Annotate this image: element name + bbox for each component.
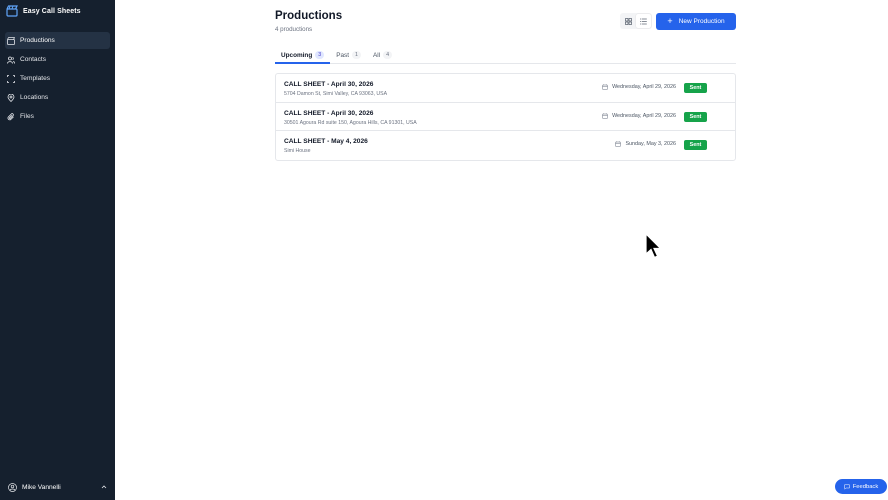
layout-icon xyxy=(7,74,15,83)
app-name: Easy Call Sheets xyxy=(23,7,81,15)
productions-count: 4 productions xyxy=(275,26,313,33)
sidebar: Easy Call Sheets Productions Contacts Te… xyxy=(0,0,115,500)
plus-icon: + xyxy=(667,16,673,26)
production-date: Sunday, May 3, 2026 xyxy=(615,141,676,147)
status-badge: Sent xyxy=(684,111,707,122)
main-content: Productions 4 productions + New Producti… xyxy=(115,0,888,500)
mouse-cursor-icon xyxy=(645,233,662,259)
sidebar-item-label: Files xyxy=(20,113,34,120)
production-title: CALL SHEET - April 30, 2026 xyxy=(284,81,374,88)
grid-view-button[interactable] xyxy=(621,14,636,28)
sidebar-item-locations[interactable]: Locations xyxy=(5,89,110,106)
production-date-text: Wednesday, April 29, 2026 xyxy=(612,112,676,119)
sidebar-item-contacts[interactable]: Contacts xyxy=(5,51,110,68)
tab-label: Upcoming xyxy=(281,51,313,59)
sidebar-nav: Productions Contacts Templates Locations… xyxy=(0,32,115,125)
production-location: Simi House xyxy=(284,148,311,154)
production-title: CALL SHEET - May 4, 2026 xyxy=(284,138,368,145)
clapperboard-icon xyxy=(7,36,15,45)
clapperboard-logo-icon xyxy=(6,5,18,17)
productions-list: CALL SHEET - April 30, 2026 5704 Damon S… xyxy=(275,73,736,161)
page-title: Productions xyxy=(275,10,343,22)
calendar-icon xyxy=(602,84,608,90)
tab-upcoming[interactable]: Upcoming 3 xyxy=(275,47,331,64)
sidebar-item-label: Contacts xyxy=(20,56,47,63)
grid-icon xyxy=(625,17,632,25)
production-row[interactable]: CALL SHEET - May 4, 2026 Simi House Sund… xyxy=(276,131,735,160)
message-icon xyxy=(844,484,850,490)
user-avatar-icon xyxy=(8,482,17,492)
user-menu[interactable]: Mike Vannelli xyxy=(0,474,115,500)
list-icon xyxy=(640,18,647,24)
sidebar-item-label: Locations xyxy=(20,94,49,101)
chevron-up-icon xyxy=(101,485,107,489)
calendar-icon xyxy=(602,112,608,119)
tab-label: Past xyxy=(336,51,349,59)
tab-count: 3 xyxy=(315,51,325,59)
user-name: Mike Vannelli xyxy=(22,483,61,491)
sidebar-item-label: Templates xyxy=(20,75,51,82)
map-pin-icon xyxy=(7,93,15,102)
production-date-text: Wednesday, April 29, 2026 xyxy=(612,84,676,90)
users-icon xyxy=(7,56,15,64)
production-date-text: Sunday, May 3, 2026 xyxy=(625,141,676,147)
production-date: Wednesday, April 29, 2026 xyxy=(602,84,676,90)
new-production-button[interactable]: + New Production xyxy=(656,13,736,30)
production-row[interactable]: CALL SHEET - April 30, 2026 30501 Agoura… xyxy=(276,103,735,131)
status-badge: Sent xyxy=(684,140,707,150)
sidebar-item-files[interactable]: Files xyxy=(5,108,110,125)
sidebar-item-label: Productions xyxy=(20,37,55,44)
production-title: CALL SHEET - April 30, 2026 xyxy=(284,109,374,117)
production-location: 30501 Agoura Rd suite 150, Agoura Hills,… xyxy=(284,119,417,126)
sidebar-item-productions[interactable]: Productions xyxy=(5,32,110,49)
paperclip-icon xyxy=(7,112,15,121)
calendar-icon xyxy=(615,141,622,147)
tab-all[interactable]: All 4 xyxy=(367,47,398,63)
list-view-button[interactable] xyxy=(636,14,651,28)
feedback-label: Feedback xyxy=(852,483,879,490)
sidebar-item-templates[interactable]: Templates xyxy=(5,70,110,87)
view-toggle xyxy=(620,13,652,29)
brand[interactable]: Easy Call Sheets xyxy=(0,0,115,22)
tab-count: 4 xyxy=(383,51,393,59)
production-date: Wednesday, April 29, 2026 xyxy=(602,113,676,119)
status-badge: Sent xyxy=(684,83,707,93)
new-production-label: New Production xyxy=(678,18,725,25)
production-tabs: Upcoming 3 Past 1 All 4 xyxy=(275,47,736,64)
production-row[interactable]: CALL SHEET - April 30, 2026 5704 Damon S… xyxy=(276,74,735,103)
tab-past[interactable]: Past 1 xyxy=(330,47,367,63)
production-location: 5704 Damon St, Simi Valley, CA 93063, US… xyxy=(284,91,388,97)
tab-label: All xyxy=(372,51,381,59)
tab-count: 1 xyxy=(352,51,361,59)
feedback-button[interactable]: Feedback xyxy=(835,479,887,494)
